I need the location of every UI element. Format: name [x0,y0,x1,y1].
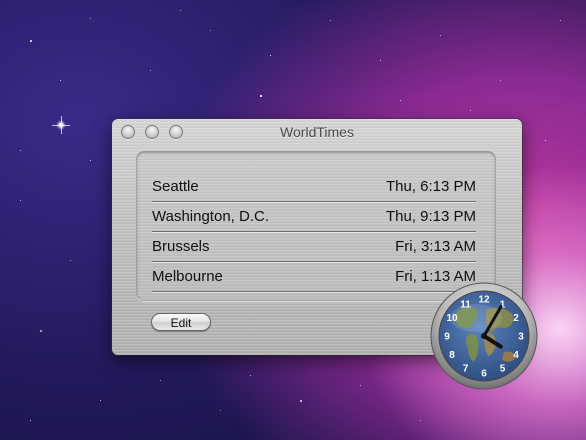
star [440,35,441,36]
star [300,400,302,402]
city-name: Brussels [152,238,210,255]
star [210,30,211,31]
star [545,140,546,141]
title-bar[interactable]: WorldTimes [112,119,522,145]
window-title: WorldTimes [112,124,522,140]
clock-numeral: 12 [478,295,490,306]
star [260,95,262,97]
star [90,18,91,19]
star [160,380,161,381]
star [360,385,361,386]
bright-star [56,120,66,130]
city-row[interactable]: Washington, D.C. Thu, 9:13 PM [152,201,476,232]
star [380,60,381,61]
star [90,160,91,161]
city-name: Melbourne [152,268,223,285]
city-time: Fri, 3:13 AM [395,238,476,255]
clock-numeral: 3 [518,332,524,343]
star [420,420,421,421]
star [100,400,101,401]
city-row[interactable]: Seattle Thu, 6:13 PM [152,171,476,202]
clock-center-pin [481,333,487,339]
star [30,40,32,42]
star [20,150,21,151]
star [60,80,61,81]
star [180,10,181,11]
star [70,260,71,261]
clock-numeral: 4 [513,350,519,361]
star [30,420,31,421]
clock-numeral: 5 [500,364,506,375]
clock-numeral: 8 [449,350,455,361]
city-name: Washington, D.C. [152,208,269,225]
city-row[interactable]: Melbourne Fri, 1:13 AM [152,261,476,292]
world-clock-icon[interactable]: 12 1234567891011 [430,282,538,390]
clock-numeral: 6 [481,369,487,380]
star [40,330,42,332]
clock-numeral: 7 [463,364,469,375]
clock-numeral: 2 [513,313,519,324]
star [500,80,501,81]
star [20,200,21,201]
clock-numeral: 10 [446,313,458,324]
star [150,70,151,71]
star [470,110,471,111]
edit-button[interactable]: Edit [151,313,211,331]
star [560,20,561,21]
star [270,55,271,56]
city-row[interactable]: Brussels Fri, 3:13 AM [152,231,476,262]
star [400,100,401,101]
star [330,20,331,21]
star [220,410,221,411]
clock-numeral: 9 [444,332,450,343]
city-name: Seattle [152,178,199,195]
city-time: Thu, 6:13 PM [386,178,476,195]
city-list-panel: Seattle Thu, 6:13 PM Washington, D.C. Th… [136,151,496,301]
star [250,375,251,376]
city-time: Thu, 9:13 PM [386,208,476,225]
clock-numeral: 11 [460,300,471,311]
